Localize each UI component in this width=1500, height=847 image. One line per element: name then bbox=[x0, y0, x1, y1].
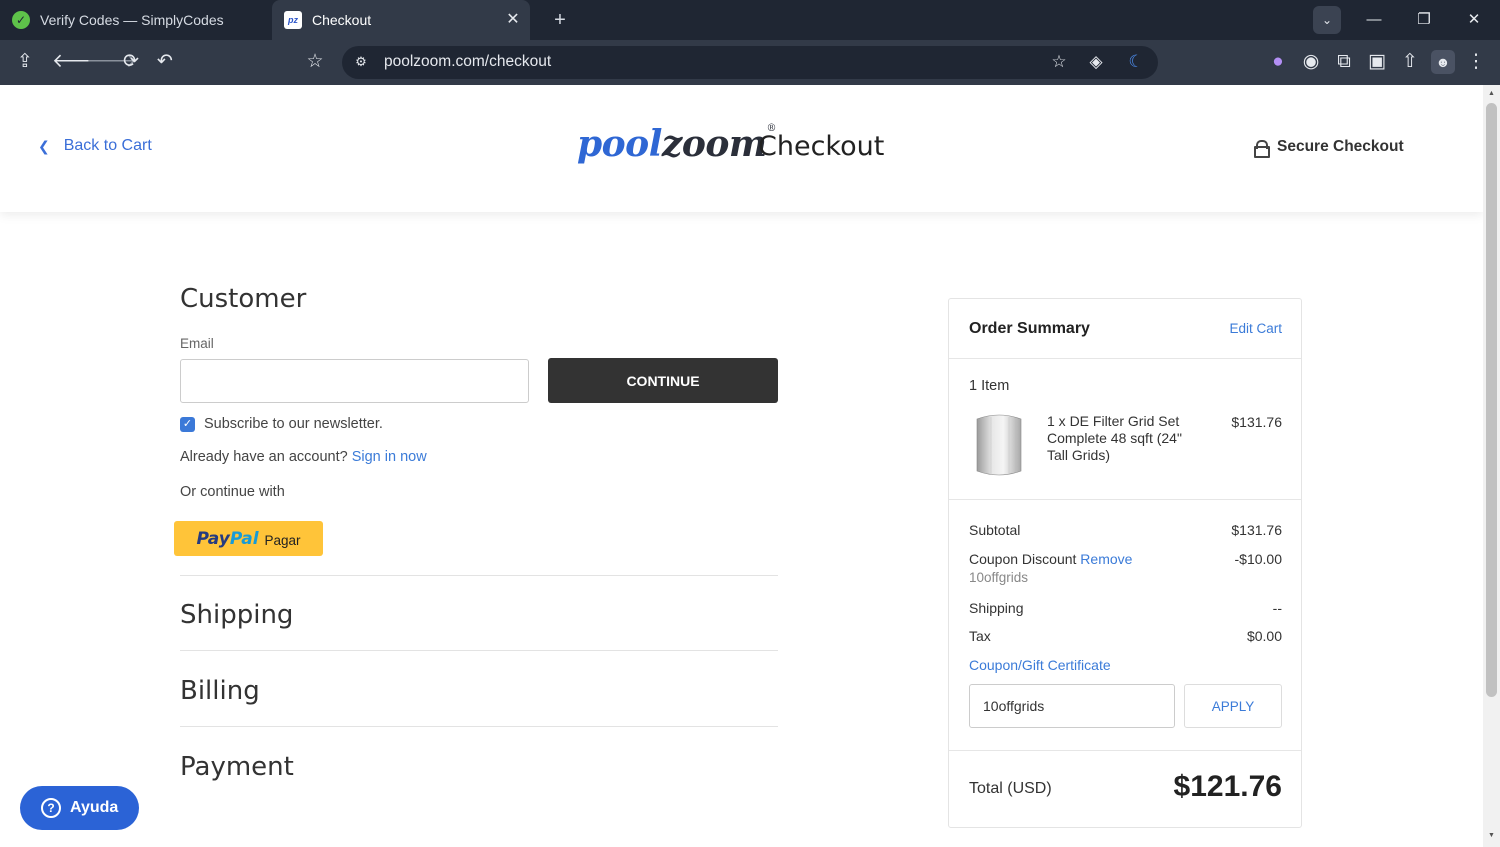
forward-arrow-icon[interactable]: 🡒 bbox=[86, 50, 137, 74]
lock-icon bbox=[1254, 140, 1270, 158]
tab-title: Verify Codes — SimplyCodes bbox=[40, 12, 224, 28]
remove-coupon-link[interactable]: Remove bbox=[1080, 551, 1132, 567]
account-prompt: Already have an account? Sign in now bbox=[180, 449, 427, 465]
section-divider bbox=[180, 726, 778, 727]
subtotal-label: Subtotal bbox=[969, 522, 1021, 538]
paypal-logo: PayPal bbox=[196, 528, 259, 549]
back-arrow-icon[interactable]: 🡐 bbox=[52, 50, 103, 74]
secure-checkout-badge: Secure Checkout bbox=[1254, 138, 1404, 158]
help-button[interactable]: ? Ayuda bbox=[20, 786, 139, 830]
close-window-icon[interactable]: ✕ bbox=[1462, 8, 1486, 32]
shipping-label: Shipping bbox=[969, 600, 1024, 616]
checkout-page: ❮ Back to Cart poolzoom® Checkout Secure… bbox=[0, 85, 1483, 847]
tab-title: Checkout bbox=[312, 12, 372, 28]
restore-icon[interactable]: ❐ bbox=[1412, 8, 1436, 32]
back-to-cart-link[interactable]: ❮ Back to Cart bbox=[38, 137, 152, 155]
simplycodes-favicon-icon: ✓ bbox=[12, 11, 30, 29]
order-summary: Order Summary Edit Cart 1 Item 1 x DE Fi… bbox=[948, 298, 1302, 828]
product-image bbox=[976, 414, 1022, 476]
paypal-button[interactable]: PayPal Pagar bbox=[174, 521, 323, 556]
summary-divider bbox=[949, 499, 1301, 500]
coupon-code-input[interactable] bbox=[969, 684, 1175, 728]
browser-tabstrip: ✓ Verify Codes — SimplyCodes pz Checkout… bbox=[0, 0, 1500, 40]
applied-coupon-code: 10offgrids bbox=[969, 570, 1029, 585]
close-tab-icon[interactable]: ✕ bbox=[504, 11, 522, 29]
secure-checkout-label: Secure Checkout bbox=[1277, 138, 1404, 155]
tax-value: $0.00 bbox=[1246, 628, 1282, 644]
coupon-gift-certificate-link[interactable]: Coupon/Gift Certificate bbox=[969, 657, 1111, 673]
chevron-left-icon: ❮ bbox=[38, 137, 50, 154]
payment-heading: Payment bbox=[180, 752, 294, 782]
tab-simplycodes[interactable]: ✓ Verify Codes — SimplyCodes bbox=[0, 0, 272, 40]
sign-in-link[interactable]: Sign in now bbox=[352, 449, 427, 465]
product-price: $131.76 bbox=[1231, 414, 1282, 430]
site-header: ❮ Back to Cart poolzoom® Checkout Secure… bbox=[0, 85, 1483, 212]
poolzoom-logo[interactable]: poolzoom® bbox=[577, 123, 776, 165]
summary-divider bbox=[949, 358, 1301, 359]
moon-icon[interactable]: ☾ bbox=[1125, 51, 1147, 73]
total-label: Total (USD) bbox=[969, 780, 1052, 797]
bookmark-star-icon[interactable]: ☆ bbox=[303, 50, 327, 74]
undo-icon[interactable]: ↶ bbox=[153, 50, 177, 74]
page-scrollbar[interactable]: ▲ ▼ bbox=[1483, 85, 1500, 847]
tab-search-chevron-icon[interactable]: ⌄ bbox=[1313, 6, 1341, 34]
page-title: Checkout bbox=[758, 131, 885, 162]
coupon-discount-label: Coupon Discount bbox=[969, 551, 1077, 567]
section-divider bbox=[180, 575, 778, 576]
puzzle-icon[interactable]: ⧉ bbox=[1332, 50, 1356, 74]
product-name: 1 x DE Filter Grid Set Complete 48 sqft … bbox=[1047, 413, 1182, 463]
sidepanel-icon[interactable]: ▣ bbox=[1365, 50, 1389, 74]
continue-with-label: Or continue with bbox=[180, 484, 285, 500]
scroll-down-icon[interactable]: ▼ bbox=[1483, 829, 1500, 843]
coupon-discount-value: -$10.00 bbox=[1234, 551, 1282, 567]
scroll-up-icon[interactable]: ▲ bbox=[1483, 87, 1500, 101]
layers-icon[interactable]: ◈ bbox=[1085, 51, 1107, 73]
continue-button[interactable]: CONTINUE bbox=[548, 358, 778, 403]
tax-label: Tax bbox=[969, 628, 991, 644]
newsletter-checkbox[interactable]: ✓ bbox=[180, 416, 195, 432]
browser-toolbar: ⇪ 🡐 🡒 ⟳ ↶ ☆ ⚙ poolzoom.com/checkout ☆ ◈ … bbox=[0, 40, 1500, 85]
poolzoom-favicon-icon: pz bbox=[284, 11, 302, 29]
customer-heading: Customer bbox=[180, 284, 307, 314]
edit-cart-link[interactable]: Edit Cart bbox=[1229, 321, 1282, 336]
apply-coupon-button[interactable]: APPLY bbox=[1184, 684, 1282, 728]
new-tab-icon[interactable]: + bbox=[549, 9, 571, 31]
extension-mask-icon[interactable]: ◉ bbox=[1299, 50, 1323, 74]
address-bar[interactable]: ⚙ poolzoom.com/checkout ☆ ◈ ☾ bbox=[342, 46, 1158, 79]
minimize-icon[interactable]: — bbox=[1362, 8, 1386, 32]
section-divider bbox=[180, 650, 778, 651]
email-label: Email bbox=[180, 336, 214, 351]
subtotal-value: $131.76 bbox=[1231, 522, 1282, 538]
site-settings-icon[interactable]: ⚙ bbox=[350, 51, 372, 73]
back-to-cart-label: Back to Cart bbox=[63, 137, 152, 154]
paypal-label: Pagar bbox=[264, 532, 301, 548]
help-label: Ayuda bbox=[70, 799, 119, 816]
newsletter-option[interactable]: ✓ Subscribe to our newsletter. bbox=[180, 416, 383, 432]
total-value: $121.76 bbox=[1173, 770, 1282, 803]
newsletter-label: Subscribe to our newsletter. bbox=[204, 416, 383, 432]
summary-divider bbox=[949, 750, 1301, 751]
scrollbar-thumb[interactable] bbox=[1486, 103, 1497, 697]
reload-icon[interactable]: ⟳ bbox=[119, 50, 143, 74]
coupon-discount-row: Coupon Discount Remove bbox=[969, 551, 1132, 567]
star-icon[interactable]: ☆ bbox=[1048, 51, 1070, 73]
cloud-upload-icon[interactable]: ⇧ bbox=[1398, 50, 1422, 74]
billing-heading: Billing bbox=[180, 676, 260, 706]
email-field[interactable] bbox=[180, 359, 529, 403]
shipping-value: -- bbox=[1272, 600, 1282, 616]
upload-page-icon[interactable]: ⇪ bbox=[13, 50, 37, 74]
profile-avatar-icon[interactable]: ☻ bbox=[1431, 50, 1455, 74]
url-text: poolzoom.com/checkout bbox=[384, 53, 552, 70]
menu-kebab-icon[interactable]: ⋮ bbox=[1464, 50, 1488, 74]
help-question-icon: ? bbox=[41, 798, 61, 818]
order-summary-title: Order Summary bbox=[969, 320, 1090, 337]
extension-purple-icon[interactable]: ● bbox=[1266, 50, 1290, 74]
tab-checkout[interactable]: pz Checkout ✕ bbox=[272, 0, 530, 40]
item-count: 1 Item bbox=[969, 378, 1010, 394]
shipping-heading: Shipping bbox=[180, 600, 294, 630]
